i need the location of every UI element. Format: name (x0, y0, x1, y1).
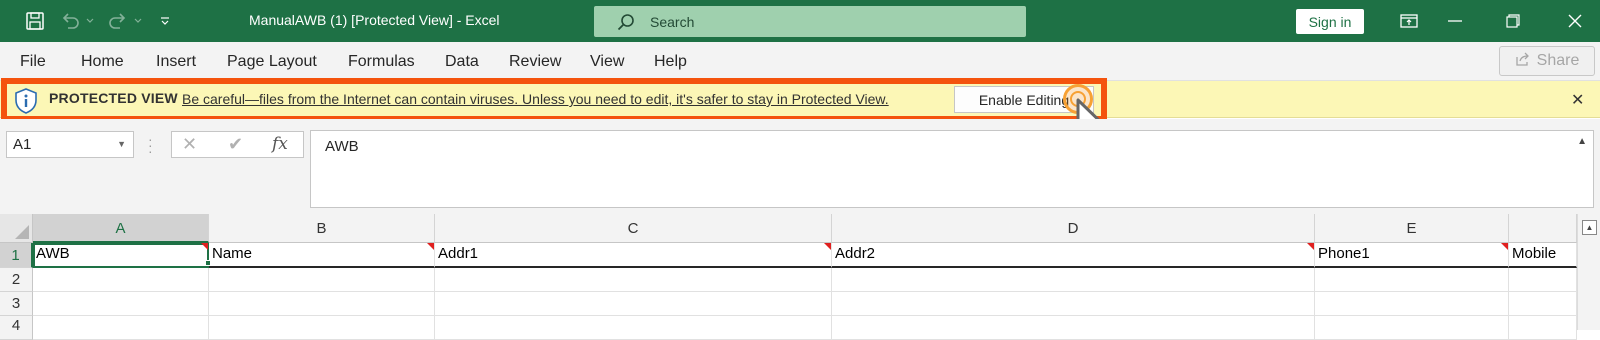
search-box[interactable]: Search (594, 6, 1026, 37)
cell-b2[interactable] (209, 268, 435, 292)
cell-b3[interactable] (209, 292, 435, 316)
cell-e4[interactable] (1315, 316, 1509, 340)
name-box-value: A1 (13, 136, 32, 153)
cell-b1[interactable]: Name (209, 243, 435, 268)
customize-toolbar-icon[interactable] (157, 0, 173, 42)
cell-d1[interactable]: Addr2 (832, 243, 1315, 268)
menu-bar: File Home Insert Page Layout Formulas Da… (0, 42, 1600, 81)
title-bar: ManualAWB (1) [Protected View] - Excel S… (0, 0, 1600, 42)
ribbon-display-options-icon[interactable] (1386, 0, 1432, 42)
column-header-c[interactable]: C (435, 214, 832, 243)
cell-d4[interactable] (832, 316, 1315, 340)
cell-f1-text: Mobile (1512, 245, 1557, 262)
sign-in-button[interactable]: Sign in (1296, 9, 1364, 34)
formula-buttons: ✕ ✔ fx (171, 131, 304, 158)
cell-e3[interactable] (1315, 292, 1509, 316)
comment-indicator-icon (1307, 243, 1314, 250)
row-header-2[interactable]: 2 (0, 268, 33, 292)
undo-icon[interactable] (58, 0, 82, 42)
scroll-up-icon[interactable]: ▲ (1582, 220, 1597, 235)
cell-c2[interactable] (435, 268, 832, 292)
cell-a1-text: AWB (36, 245, 70, 262)
row-header-3[interactable]: 3 (0, 292, 33, 316)
cell-a4[interactable] (33, 316, 209, 340)
column-header-a[interactable]: A (33, 214, 209, 243)
row-header-4[interactable]: 4 (0, 316, 33, 340)
save-icon[interactable] (22, 0, 48, 42)
name-box[interactable]: A1 ▼ (6, 131, 134, 158)
cell-d2[interactable] (832, 268, 1315, 292)
cancel-icon[interactable]: ✕ (182, 134, 197, 155)
menu-data[interactable]: Data (445, 42, 479, 81)
menu-help[interactable]: Help (654, 42, 687, 81)
cell-a1[interactable]: AWB (33, 243, 209, 268)
column-header-e[interactable]: E (1315, 214, 1509, 243)
worksheet-grid: A B C D E 1 2 3 4 AWB Name Addr1 Addr2 P… (0, 214, 1600, 340)
insert-function-icon[interactable]: fx (272, 134, 288, 154)
cell-f1[interactable]: Mobile (1509, 243, 1577, 268)
formula-content: AWB (325, 138, 359, 155)
collapse-formula-bar-icon[interactable]: ▲ (1577, 136, 1587, 147)
cell-c4[interactable] (435, 316, 832, 340)
share-label: Share (1536, 52, 1580, 69)
share-button[interactable]: Share (1499, 46, 1595, 76)
restore-icon[interactable] (1490, 0, 1536, 42)
cell-e2[interactable] (1315, 268, 1509, 292)
cell-e1[interactable]: Phone1 (1315, 243, 1509, 268)
close-protected-bar-icon[interactable]: ✕ (1571, 90, 1584, 110)
cell-f3[interactable] (1509, 292, 1577, 316)
menu-review[interactable]: Review (509, 42, 561, 81)
minimize-icon[interactable] (1432, 0, 1478, 42)
comment-indicator-icon (201, 243, 208, 250)
menu-page-layout[interactable]: Page Layout (227, 42, 317, 81)
cell-b1-text: Name (212, 245, 253, 262)
row-header-1[interactable]: 1 (0, 243, 33, 268)
search-placeholder: Search (650, 13, 695, 30)
cell-e1-text: Phone1 (1318, 245, 1370, 262)
column-header-f[interactable] (1509, 214, 1577, 243)
select-all-corner[interactable] (0, 214, 33, 243)
cell-d3[interactable] (832, 292, 1315, 316)
cell-f2[interactable] (1509, 268, 1577, 292)
redo-icon[interactable] (106, 0, 130, 42)
cell-f4[interactable] (1509, 316, 1577, 340)
fill-handle[interactable] (205, 260, 211, 266)
share-icon (1515, 52, 1531, 71)
cell-a3[interactable] (33, 292, 209, 316)
formula-input[interactable]: AWB ▲ (310, 130, 1594, 208)
column-header-b[interactable]: B (209, 214, 435, 243)
column-header-d[interactable]: D (832, 214, 1315, 243)
menu-home[interactable]: Home (81, 42, 124, 81)
comment-indicator-icon (824, 243, 831, 250)
menu-insert[interactable]: Insert (156, 42, 196, 81)
enter-icon[interactable]: ✔ (228, 134, 243, 155)
cell-b4[interactable] (209, 316, 435, 340)
menu-formulas[interactable]: Formulas (348, 42, 415, 81)
cell-d1-text: Addr2 (835, 245, 876, 262)
document-title: ManualAWB (1) [Protected View] - Excel (249, 12, 500, 28)
cell-c3[interactable] (435, 292, 832, 316)
menu-view[interactable]: View (590, 42, 624, 81)
comment-indicator-icon (1501, 243, 1508, 250)
vertical-scrollbar[interactable]: ▲ (1577, 214, 1600, 330)
undo-dropdown-icon[interactable] (84, 0, 96, 42)
formula-bar-splitter[interactable]: · · · (148, 132, 153, 158)
search-icon (606, 13, 646, 31)
name-box-dropdown-icon[interactable]: ▼ (117, 132, 126, 157)
comment-indicator-icon (427, 243, 434, 250)
cell-c1-text: Addr1 (438, 245, 479, 262)
cell-a2[interactable] (33, 268, 209, 292)
cell-c1[interactable]: Addr1 (435, 243, 832, 268)
menu-file[interactable]: File (20, 42, 46, 81)
redo-dropdown-icon[interactable] (132, 0, 144, 42)
highlight-box (1, 78, 1107, 122)
close-window-icon[interactable] (1552, 0, 1598, 42)
